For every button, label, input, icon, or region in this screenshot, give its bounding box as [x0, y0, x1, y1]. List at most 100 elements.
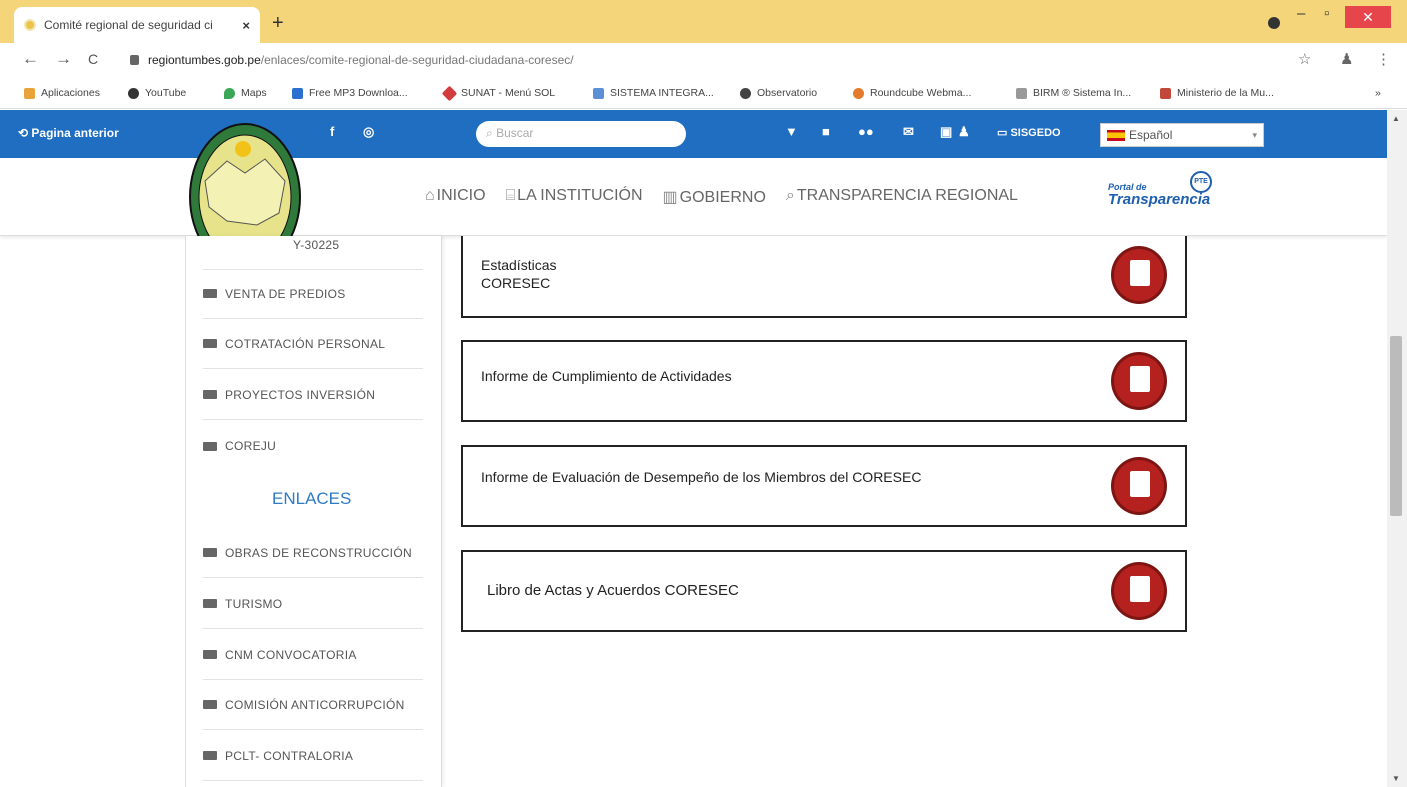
facebook-icon[interactable]: f	[330, 124, 334, 139]
mail-icon[interactable]: ✉	[903, 124, 914, 140]
history-icon: ⟲	[18, 126, 32, 140]
sunat-icon	[441, 85, 458, 101]
sisgedo-link[interactable]: ▭ SISGEDO	[997, 126, 1061, 139]
youtube-icon	[128, 87, 139, 99]
bookmark-aplicaciones[interactable]: Aplicaciones	[24, 87, 100, 99]
document-card[interactable]: Estadísticas CORESEC PDF	[461, 236, 1187, 318]
document-subtitle: CORESEC	[481, 275, 551, 291]
scroll-up-arrow-icon[interactable]: ▲	[1392, 114, 1400, 123]
document-card[interactable]: Informe de Evaluación de Desempeño de lo…	[461, 445, 1187, 527]
bookmark-birm[interactable]: BIRM ® Sistema In...	[1016, 87, 1131, 99]
chart-icon	[593, 87, 604, 99]
youtube-social-icon[interactable]: ■	[822, 124, 830, 139]
sidebar-item-partial[interactable]: Y-30225	[203, 220, 423, 270]
birm-icon	[1016, 87, 1027, 99]
spain-flag-icon	[1107, 129, 1125, 141]
document-title: Informe de Evaluación de Desempeño de lo…	[481, 469, 922, 485]
bookmark-observatorio[interactable]: Observatorio	[740, 87, 817, 99]
pdf-label: PDF	[1133, 598, 1145, 604]
pdf-label: PDF	[1133, 493, 1145, 499]
person-icon[interactable]: ♟	[958, 124, 970, 140]
roundcube-icon	[853, 87, 864, 99]
signpost-icon	[203, 599, 217, 608]
url-path: /enlaces/comite-regional-de-seguridad-ci…	[260, 53, 574, 67]
window-close-button[interactable]: ✕	[1345, 6, 1391, 28]
bookmark-sunat[interactable]: SUNAT - Menú SOL	[441, 85, 555, 101]
menu-item-transparencia[interactable]: ⌕ TRANSPARENCIA REGIONAL	[786, 187, 1018, 207]
document-card[interactable]: Informe de Cumplimiento de Actividades P…	[461, 340, 1187, 422]
forward-button[interactable]: →	[55, 49, 72, 69]
menu-item-inicio[interactable]: ⌂ INICIO	[425, 187, 486, 207]
bookmark-maps[interactable]: Maps	[224, 87, 267, 99]
pte-badge: PTE	[1190, 171, 1212, 193]
globe-icon	[740, 87, 751, 99]
bookmark-sistema-integra[interactable]: SISTEMA INTEGRA...	[593, 87, 714, 99]
back-button[interactable]: ←	[22, 49, 39, 69]
twitter-icon[interactable]: ▼	[785, 124, 798, 139]
sidebar-item-proyectos-inversion[interactable]: PROYECTOS INVERSIÓN	[203, 370, 423, 420]
browser-menu-icon[interactable]: ⋮	[1376, 50, 1391, 68]
pdf-download-icon[interactable]: PDF	[1111, 352, 1167, 410]
download-icon	[292, 87, 303, 99]
pdf-download-icon[interactable]: PDF	[1111, 562, 1167, 620]
users-icon[interactable]: ●●	[858, 124, 874, 139]
lock-icon	[130, 55, 139, 65]
reload-button[interactable]: C	[88, 51, 98, 67]
language-select[interactable]: Español ▾	[1100, 123, 1264, 147]
pdf-download-icon[interactable]: PDF	[1111, 457, 1167, 515]
minimize-button[interactable]: –	[1297, 5, 1305, 22]
home-icon: ⌂	[425, 187, 435, 204]
book-icon	[203, 650, 217, 659]
building-icon: ▥	[662, 189, 678, 206]
sidebar-item-turismo[interactable]: TURISMO	[203, 579, 423, 629]
sidebar-item-cnm-convocatoria[interactable]: CNM CONVOCATORIA	[203, 630, 423, 680]
sidebar-item-pclt-contraloria[interactable]: PCLT- CONTRALORIA	[203, 731, 423, 781]
maximize-button[interactable]: ▫	[1324, 5, 1329, 22]
ministerio-icon	[1160, 87, 1171, 99]
bookmark-star-icon[interactable]: ☆	[1298, 50, 1311, 68]
sidebar-section-enlaces: ENLACES	[272, 489, 352, 508]
portal-line2: Transparencia	[1108, 191, 1211, 208]
transparency-portal-logo[interactable]: Portal de Transparencia PTE	[1108, 171, 1212, 208]
scroll-down-arrow-icon[interactable]: ▼	[1392, 774, 1400, 783]
bookmarks-more-button[interactable]: »	[1375, 87, 1381, 99]
bookmark-free-mp3[interactable]: Free MP3 Downloa...	[292, 87, 408, 99]
document-card[interactable]: Libro de Actas y Acuerdos CORESEC PDF	[461, 550, 1187, 632]
chevron-down-icon: ▾	[1252, 129, 1257, 140]
document-title: Informe de Cumplimiento de Actividades	[481, 368, 732, 384]
book-icon	[203, 548, 217, 557]
favicon-icon	[24, 19, 36, 31]
book-icon	[203, 289, 217, 298]
pdf-label: PDF	[1133, 282, 1145, 288]
instagram-icon[interactable]: ◎	[363, 124, 374, 140]
tab-close-button[interactable]: ×	[242, 18, 250, 33]
profile-icon[interactable]: ♟	[1340, 50, 1353, 68]
work-icon[interactable]: ▣	[940, 124, 952, 140]
institution-icon: ⌸	[505, 187, 516, 204]
scrollbar-thumb[interactable]	[1390, 336, 1402, 516]
book-icon	[203, 339, 217, 348]
search-input[interactable]: ⌕ Buscar	[476, 121, 686, 147]
book-icon	[203, 700, 217, 709]
sidebar-item-coreju[interactable]: COREJU	[203, 421, 423, 471]
maps-icon	[224, 87, 235, 99]
url-field[interactable]: regiontumbes.gob.pe/enlaces/comite-regio…	[148, 53, 574, 67]
document-title: Estadísticas	[481, 257, 557, 273]
bookmark-roundcube[interactable]: Roundcube Webma...	[853, 87, 971, 99]
tab-title: Comité regional de seguridad ci	[44, 18, 213, 32]
sidebar-item-contratacion-personal[interactable]: COTRATACIÓN PERSONAL	[203, 319, 423, 369]
sidebar-item-comision-anticorrupcion[interactable]: COMISIÓN ANTICORRUPCIÓN	[203, 680, 423, 730]
apps-icon	[24, 87, 35, 99]
bookmark-ministerio[interactable]: Ministerio de la Mu...	[1160, 87, 1274, 99]
record-icon[interactable]	[1268, 17, 1280, 29]
sidebar-item-obras-reconstruccion[interactable]: OBRAS DE RECONSTRUCCIÓN	[203, 528, 423, 578]
menu-item-gobierno[interactable]: ▥ GOBIERNO	[663, 187, 766, 207]
browser-tab[interactable]: Comité regional de seguridad ci ×	[14, 7, 260, 43]
sidebar-item-venta-predios[interactable]: VENTA DE PREDIOS	[203, 269, 423, 319]
menu-item-institucion[interactable]: ⌸ LA INSTITUCIÓN	[506, 187, 643, 207]
bookmark-youtube[interactable]: YouTube	[128, 87, 186, 99]
previous-page-link[interactable]: ⟲ Pagina anterior	[18, 126, 119, 140]
book-icon	[203, 390, 217, 399]
new-tab-button[interactable]: +	[272, 12, 284, 35]
pdf-download-icon[interactable]: PDF	[1111, 246, 1167, 304]
